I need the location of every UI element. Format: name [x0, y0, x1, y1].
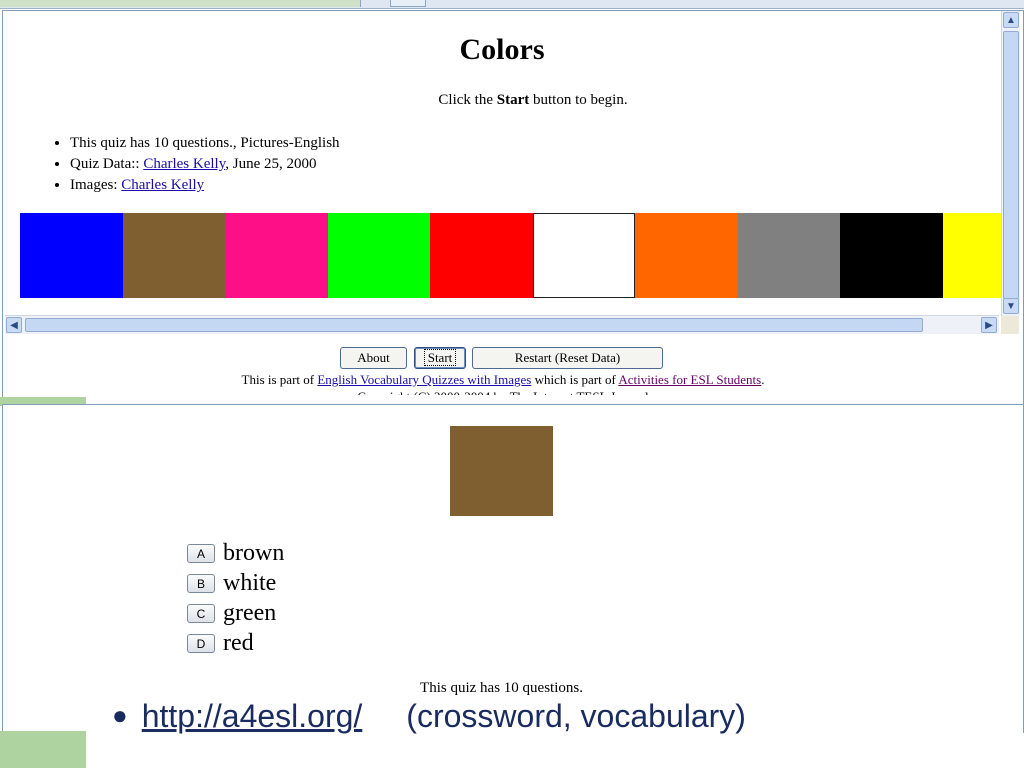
color-swatch-9: [840, 213, 943, 298]
answer-a-button[interactable]: A: [187, 543, 215, 563]
question-count-text: This quiz has 10 questions.: [420, 680, 583, 696]
slide-bullet-line: ● http://a4esl.org/ (crossword, vocabulary…: [112, 698, 746, 744]
answer-option-b[interactable]: Bwhite: [187, 568, 284, 598]
quiz-info-list: This quiz has 10 questions., Pictures-En…: [48, 133, 340, 196]
instruction-text: Click the Start button to begin.: [438, 92, 628, 108]
scroll-right-icon[interactable]: ▶: [981, 317, 997, 333]
color-swatch-8: [737, 213, 840, 298]
color-swatch-5: [430, 213, 533, 298]
start-button-label: Start: [423, 349, 457, 366]
about-button[interactable]: About: [340, 347, 407, 369]
activities-link[interactable]: Activities for ESL Students: [618, 372, 761, 387]
info-item-images: Images: Charles Kelly: [70, 175, 340, 196]
quiz-question-window: Abrown Bwhite Cgreen Dred This quiz has …: [2, 404, 1024, 733]
scrollbar-corner: [1001, 316, 1019, 334]
scroll-left-icon[interactable]: ◀: [6, 317, 22, 333]
answer-c-text: green: [223, 599, 277, 626]
page-title: Colors: [459, 33, 545, 66]
info-item-questions: This quiz has 10 questions., Pictures-En…: [70, 133, 340, 154]
answer-d-button[interactable]: D: [187, 633, 215, 653]
answer-b-button[interactable]: B: [187, 573, 215, 593]
answer-options: Abrown Bwhite Cgreen Dred: [187, 538, 284, 658]
answer-a-text: brown: [223, 539, 285, 566]
answer-c-button[interactable]: C: [187, 603, 215, 623]
a4esl-link[interactable]: http://a4esl.org/: [142, 698, 363, 734]
vertical-scroll-thumb[interactable]: [1003, 31, 1019, 299]
info-item-quiz-data: Quiz Data:: Charles Kelly, June 25, 2000: [70, 154, 340, 175]
answer-option-c[interactable]: Cgreen: [187, 598, 284, 628]
color-swatch-4: [327, 213, 430, 298]
color-swatch-3: [225, 213, 328, 298]
vocabulary-quizzes-link[interactable]: English Vocabulary Quizzes with Images: [317, 372, 531, 387]
color-swatch-7: [635, 213, 738, 298]
instruction-start-word: Start: [496, 92, 530, 108]
horizontal-scroll-thumb[interactable]: [25, 318, 923, 332]
quiz-start-window: Colors Click the Start button to begin. …: [2, 10, 1024, 405]
author-link[interactable]: Charles Kelly: [143, 156, 225, 172]
answer-option-d[interactable]: Dred: [187, 628, 284, 658]
quiz-content-area: Colors Click the Start button to begin. …: [3, 11, 1001, 316]
part-of-line: This is part of English Vocabulary Quizz…: [241, 372, 765, 387]
color-swatch-bar: [20, 213, 1001, 298]
answer-d-text: red: [223, 629, 254, 656]
answer-option-a[interactable]: Abrown: [187, 538, 284, 568]
scroll-down-icon[interactable]: ▼: [1003, 298, 1019, 314]
slide-accent-bar-bottom: [0, 731, 86, 768]
copyright-line: Copyright (C) 2000-2004 by The Internet …: [3, 389, 1003, 395]
bullet-icon: ●: [112, 700, 128, 730]
link-description: (crossword, vocabulary): [406, 698, 746, 734]
start-button[interactable]: Start: [414, 347, 466, 369]
color-swatch-2: [122, 213, 225, 298]
images-author-link[interactable]: Charles Kelly: [121, 177, 204, 193]
vertical-scrollbar[interactable]: ▲ ▼: [1001, 11, 1020, 316]
restart-button[interactable]: Restart (Reset Data): [472, 347, 663, 369]
browser-top-strip: [0, 0, 1024, 9]
color-swatch-10: [942, 213, 1001, 298]
color-swatch-1: [20, 213, 123, 298]
answer-b-text: white: [223, 569, 277, 596]
browser-tab[interactable]: [0, 0, 361, 7]
color-swatch-6: [532, 213, 635, 298]
horizontal-scrollbar[interactable]: ◀ ▶: [5, 315, 999, 334]
scroll-up-icon[interactable]: ▲: [1003, 12, 1019, 28]
question-color-image: [450, 426, 553, 516]
browser-tab-small[interactable]: [390, 0, 426, 7]
quiz-button-row: About Start Restart (Reset Data): [3, 347, 1023, 371]
